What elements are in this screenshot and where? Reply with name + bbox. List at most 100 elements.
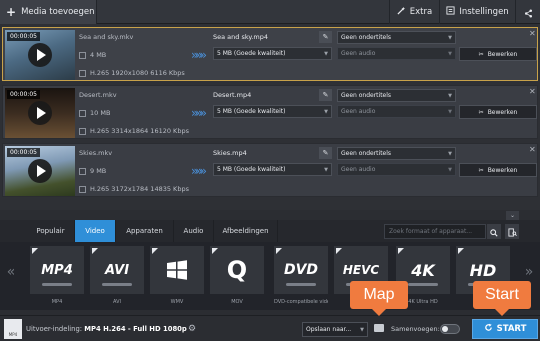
bottom-bar: MP4 Uitvoer-indeling: MP4 H.264 - Full H… (0, 315, 540, 341)
search-button[interactable] (487, 224, 501, 239)
chevron-down-icon: ▼ (324, 166, 328, 173)
settings-icon (446, 6, 455, 18)
tab-afbeeldingen[interactable]: Afbeeldingen (214, 220, 278, 242)
format-carousel: « MP4 MP4 AVI AVI WMV Q MOV DVD DVD-comp… (0, 242, 540, 310)
audio-dropdown[interactable]: Geen audio ▼ (337, 163, 456, 176)
source-filename: Skies.mkv (79, 149, 113, 157)
rename-pencil-icon[interactable]: ✎ (319, 147, 332, 159)
file-icon (79, 51, 86, 59)
tab-video[interactable]: Video (75, 220, 116, 242)
format-mov[interactable]: Q MOV (210, 246, 264, 308)
chevron-down-icon: ▼ (448, 50, 452, 57)
map-callout: Map (350, 281, 408, 316)
source-info-text: H.265 3172x1784 14835 Kbps (90, 185, 189, 193)
magic-wand-icon (397, 6, 406, 18)
scroll-left-chevron-icon[interactable]: « (0, 242, 22, 302)
remove-file-close-icon[interactable]: ✕ (529, 87, 536, 96)
source-info-text: H.265 3314x1864 16120 Kbps (90, 127, 189, 135)
convert-arrow-icon: »»» (191, 164, 207, 178)
output-filename: Desert.mp4 (213, 91, 252, 99)
source-size: 4 MB (79, 51, 106, 59)
remove-file-close-icon[interactable]: ✕ (529, 29, 536, 38)
extra-button[interactable]: Extra (389, 0, 439, 24)
tab-apparaten[interactable]: Apparaten (116, 220, 174, 242)
format-avi[interactable]: AVI AVI (90, 246, 144, 308)
output-size-text: 5 MB (Goede kwaliteit) (217, 166, 286, 173)
output-size-dropdown[interactable]: 5 MB (Goede kwaliteit) ▼ (213, 105, 332, 118)
audio-dropdown[interactable]: Geen audio ▼ (337, 47, 456, 60)
folder-icon[interactable] (374, 324, 384, 332)
refresh-icon (484, 323, 493, 335)
top-toolbar: + Media toevoegen Extra Instellingen (0, 0, 540, 24)
play-icon[interactable] (28, 101, 52, 125)
source-size: 9 MB (79, 167, 106, 175)
chevron-down-icon: ▼ (448, 108, 452, 115)
collapse-panel-chevron-icon[interactable]: ⌄ (506, 211, 519, 220)
source-info-text: H.265 1920x1080 6116 Kbps (90, 69, 185, 77)
edit-label: Bewerken (487, 108, 518, 116)
output-format-icon[interactable]: MP4 (4, 319, 22, 339)
convert-arrow-icon: »»» (191, 48, 207, 62)
subtitles-dropdown[interactable]: Geen ondertitels ▼ (337, 147, 456, 160)
source-info: H.265 1920x1080 6116 Kbps (79, 69, 185, 77)
audio-text: Geen audio (341, 108, 376, 115)
output-size-text: 5 MB (Goede kwaliteit) (217, 50, 286, 57)
edit-button[interactable]: ✂ Bewerken (459, 47, 537, 61)
timecode: 00:00:05 (7, 32, 40, 41)
format-search-input[interactable]: Zoek formaat of apparaat... (384, 224, 486, 239)
video-thumbnail[interactable]: 00:00:05 (5, 146, 75, 196)
format-wmv[interactable]: WMV (150, 246, 204, 308)
output-size-dropdown[interactable]: 5 MB (Goede kwaliteit) ▼ (213, 163, 332, 176)
format-dvd[interactable]: DVD DVD-compatibele video (274, 246, 328, 308)
source-filename: Desert.mkv (79, 91, 117, 99)
search-icon (490, 222, 498, 241)
settings-button[interactable]: Instellingen (439, 0, 515, 24)
format-mp4[interactable]: MP4 MP4 (30, 246, 84, 308)
timecode: 00:00:05 (7, 148, 40, 157)
film-icon (79, 69, 86, 77)
file-row[interactable]: 00:00:05 Sea and sky.mkv 4 MB H.265 1920… (2, 27, 538, 81)
subtitles-text: Geen ondertitels (341, 34, 392, 41)
file-list: 00:00:05 Sea and sky.mkv 4 MB H.265 1920… (0, 24, 540, 210)
subtitles-dropdown[interactable]: Geen ondertitels ▼ (337, 89, 456, 102)
device-search-icon (507, 222, 517, 241)
audio-dropdown[interactable]: Geen audio ▼ (337, 105, 456, 118)
source-info: H.265 3314x1864 16120 Kbps (79, 127, 189, 135)
file-row[interactable]: 00:00:05 Skies.mkv 9 MB H.265 3172x1784 … (2, 143, 538, 197)
timecode: 00:00:05 (7, 90, 40, 99)
chevron-down-icon: ▼ (360, 326, 364, 333)
rename-pencil-icon[interactable]: ✎ (319, 89, 332, 101)
edit-label: Bewerken (487, 50, 518, 58)
subtitles-dropdown[interactable]: Geen ondertitels ▼ (337, 31, 456, 44)
rename-pencil-icon[interactable]: ✎ (319, 31, 332, 43)
file-icon (79, 109, 86, 117)
file-row[interactable]: 00:00:05 Desert.mkv 10 MB H.265 3314x186… (2, 85, 538, 139)
avi-logo: AVI (90, 246, 144, 294)
output-format-label[interactable]: Uitvoer-indeling: MP4 H.264 - Full HD 10… (26, 325, 187, 333)
video-thumbnail[interactable]: 00:00:05 (5, 30, 75, 80)
merge-toggle[interactable] (440, 324, 460, 334)
save-to-text: Opslaan naar... (306, 326, 352, 333)
scissors-icon: ✂ (478, 108, 484, 116)
detect-device-button[interactable] (505, 224, 519, 239)
add-media-button[interactable]: + Media toevoegen (0, 0, 97, 24)
video-thumbnail[interactable]: 00:00:05 (5, 88, 75, 138)
output-size-dropdown[interactable]: 5 MB (Goede kwaliteit) ▼ (213, 47, 332, 60)
play-icon[interactable] (28, 43, 52, 67)
start-button[interactable]: START (472, 319, 538, 339)
chevron-down-icon: ▼ (324, 108, 328, 115)
edit-button[interactable]: ✂ Bewerken (459, 105, 537, 119)
output-filename: Sea and sky.mp4 (213, 33, 268, 41)
tab-populair[interactable]: Populair (27, 220, 75, 242)
edit-button[interactable]: ✂ Bewerken (459, 163, 537, 177)
gear-icon[interactable]: ⚙ (188, 324, 196, 334)
save-to-dropdown[interactable]: Opslaan naar... ▼ (302, 322, 368, 337)
tab-audio[interactable]: Audio (174, 220, 214, 242)
dvd-logo: DVD (274, 246, 328, 294)
subtitles-text: Geen ondertitels (341, 150, 392, 157)
merge-label: Samenvoegen: (391, 325, 440, 333)
play-icon[interactable] (28, 159, 52, 183)
windows-logo-icon (150, 246, 204, 294)
share-button[interactable] (515, 0, 540, 24)
remove-file-close-icon[interactable]: ✕ (529, 145, 536, 154)
